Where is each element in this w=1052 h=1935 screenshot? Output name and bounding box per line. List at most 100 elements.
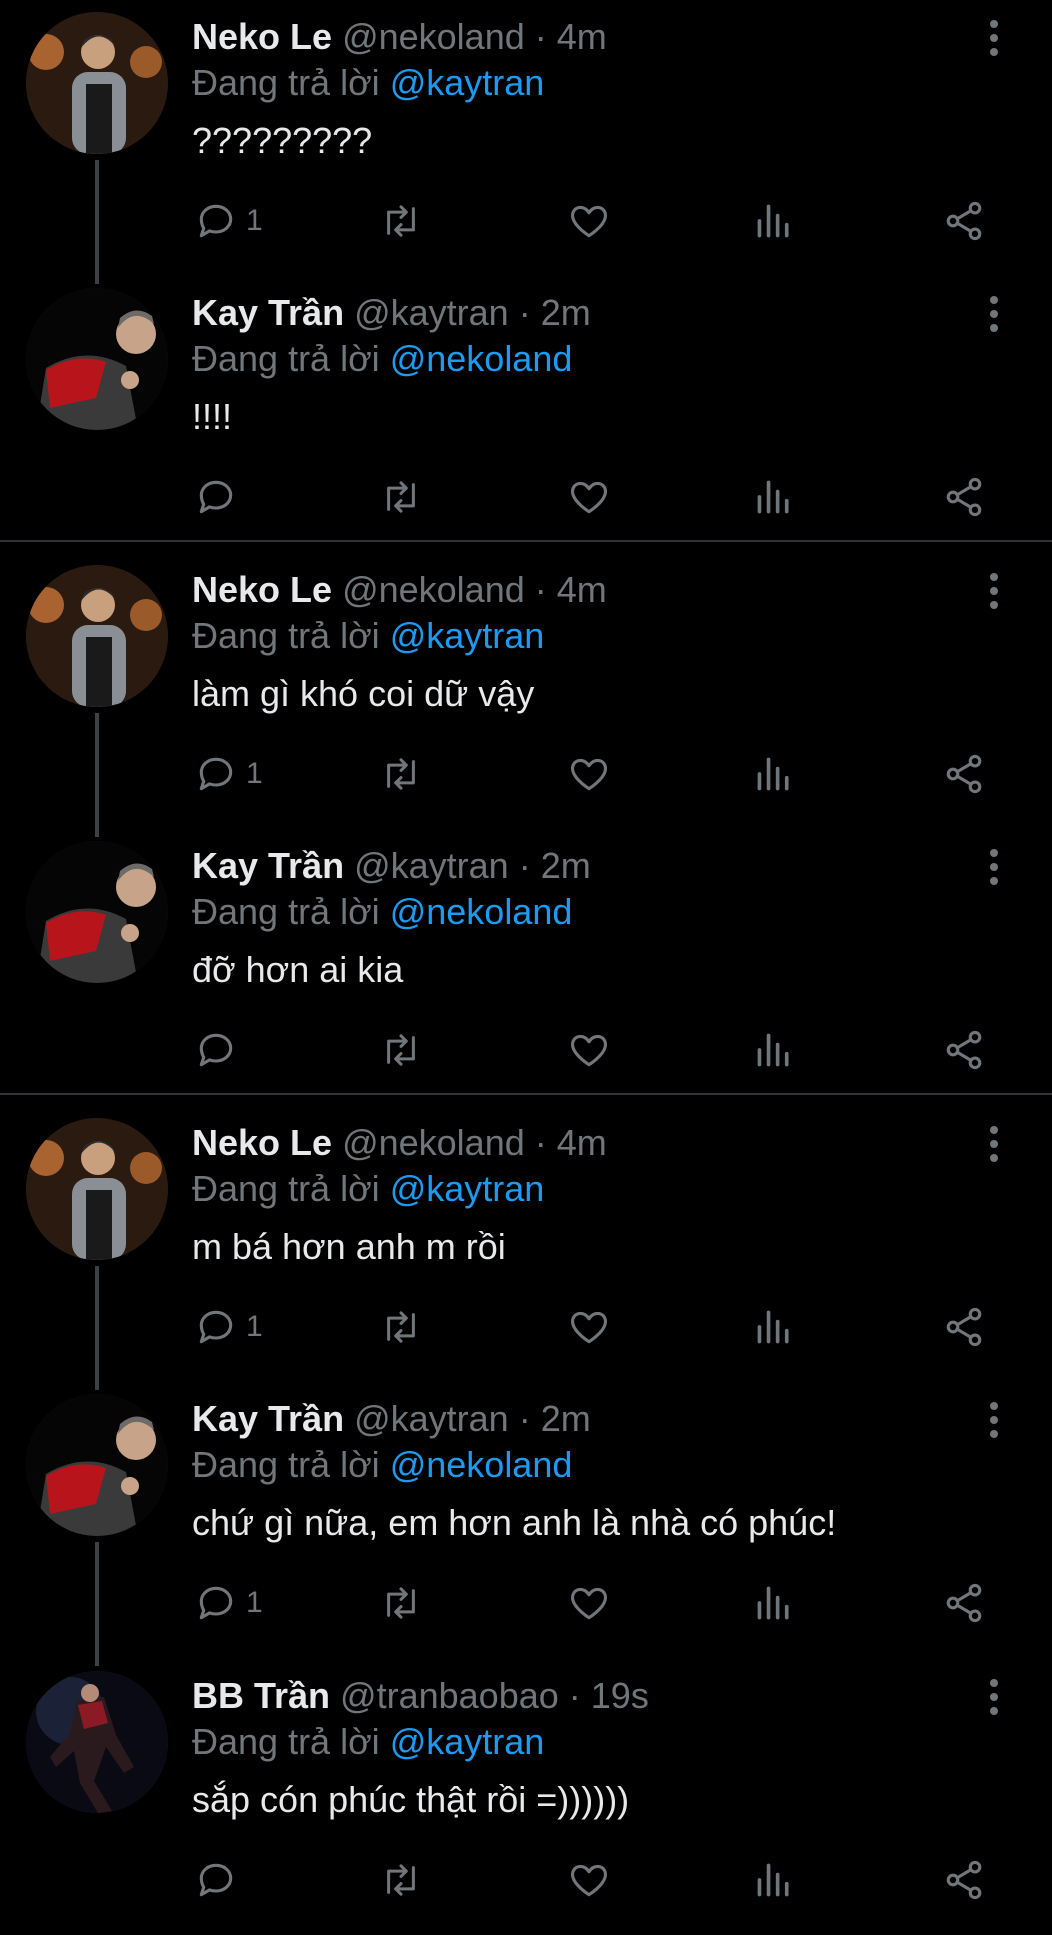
views-icon: [757, 1586, 789, 1620]
display-name[interactable]: Neko Le: [192, 569, 332, 610]
display-name[interactable]: BB Trần: [192, 1675, 330, 1716]
handle[interactable]: @kaytran: [354, 1398, 509, 1439]
retweet-icon: [387, 1034, 415, 1066]
reply-mention[interactable]: @kaytran: [390, 62, 545, 103]
heart-icon: [570, 1864, 608, 1897]
views-button[interactable]: [754, 1302, 794, 1352]
reply-mention[interactable]: @nekoland: [390, 891, 573, 932]
share-button[interactable]: [942, 196, 986, 246]
share-button[interactable]: [942, 1855, 986, 1905]
share-button[interactable]: [942, 1302, 986, 1352]
reply-mention[interactable]: @kaytran: [390, 615, 545, 656]
handle[interactable]: @nekoland: [342, 16, 525, 57]
share-button[interactable]: [942, 1025, 986, 1075]
reply-icon: [199, 757, 233, 791]
reply-button[interactable]: 1: [194, 196, 263, 246]
reply-mention[interactable]: @kaytran: [390, 1168, 545, 1209]
timestamp[interactable]: · 2m: [519, 292, 591, 333]
tweet[interactable]: Kay Trần @kaytran · 2m Đang trả lời @nek…: [0, 829, 1052, 1105]
display-name[interactable]: Kay Trần: [192, 1398, 344, 1439]
heart-icon: [570, 1587, 608, 1620]
more-vertical-icon[interactable]: [984, 571, 1004, 611]
share-button[interactable]: [942, 749, 986, 799]
tweet[interactable]: Neko Le @nekoland · 4m Đang trả lời @kay…: [0, 1106, 1052, 1390]
tweet-text: m bá hơn anh m rồi: [192, 1226, 506, 1267]
avatar[interactable]: [26, 565, 168, 707]
share-button[interactable]: [942, 472, 986, 522]
reply-mention[interactable]: @kaytran: [390, 1721, 545, 1762]
views-button[interactable]: [754, 749, 794, 799]
reply-button[interactable]: 1: [194, 749, 263, 799]
display-name[interactable]: Neko Le: [192, 16, 332, 57]
timestamp[interactable]: · 2m: [519, 1398, 591, 1439]
reply-mention[interactable]: @nekoland: [390, 338, 573, 379]
avatar[interactable]: [26, 1671, 168, 1813]
handle[interactable]: @nekoland: [342, 569, 525, 610]
display-name[interactable]: Kay Trần: [192, 292, 344, 333]
avatar[interactable]: [26, 1394, 168, 1536]
like-button[interactable]: [567, 1302, 611, 1352]
handle[interactable]: @kaytran: [354, 845, 509, 886]
thread-separator: [0, 540, 1052, 542]
more-vertical-icon[interactable]: [984, 18, 1004, 58]
views-button[interactable]: [754, 472, 794, 522]
reply-button[interactable]: [194, 472, 246, 522]
avatar[interactable]: [26, 1118, 168, 1260]
display-name[interactable]: Neko Le: [192, 1122, 332, 1163]
reply-button[interactable]: [194, 1025, 246, 1075]
handle[interactable]: @tranbaobao: [340, 1675, 559, 1716]
share-icon: [946, 754, 982, 794]
timestamp[interactable]: · 19s: [569, 1675, 649, 1716]
reply-mention[interactable]: @nekoland: [390, 1444, 573, 1485]
more-vertical-icon[interactable]: [984, 847, 1004, 887]
timestamp[interactable]: · 4m: [535, 1122, 607, 1163]
tweet[interactable]: Neko Le @nekoland · 4m Đang trả lời @kay…: [0, 553, 1052, 837]
more-vertical-icon[interactable]: [984, 294, 1004, 334]
action-bar: 1: [0, 1302, 1052, 1352]
reply-button[interactable]: 1: [194, 1578, 263, 1628]
display-name[interactable]: Kay Trần: [192, 845, 344, 886]
more-vertical-icon[interactable]: [984, 1677, 1004, 1717]
more-vertical-icon[interactable]: [984, 1124, 1004, 1164]
handle[interactable]: @nekoland: [342, 1122, 525, 1163]
like-button[interactable]: [567, 1578, 611, 1628]
like-button[interactable]: [567, 1025, 611, 1075]
retweet-button[interactable]: [378, 1578, 424, 1628]
tweet[interactable]: Kay Trần @kaytran · 2m Đang trả lời @nek…: [0, 276, 1052, 552]
retweet-button[interactable]: [378, 1025, 424, 1075]
thread-separator: [0, 1093, 1052, 1095]
views-button[interactable]: [754, 196, 794, 246]
reply-button[interactable]: [194, 1855, 246, 1905]
handle[interactable]: @kaytran: [354, 292, 509, 333]
tweet[interactable]: Kay Trần @kaytran · 2m Đang trả lời @nek…: [0, 1382, 1052, 1666]
retweet-button[interactable]: [378, 1855, 424, 1905]
timestamp[interactable]: · 2m: [519, 845, 591, 886]
share-button[interactable]: [942, 1578, 986, 1628]
share-icon: [946, 477, 982, 517]
tweet-header: Kay Trần @kaytran · 2m: [192, 1396, 591, 1442]
avatar[interactable]: [26, 841, 168, 983]
like-button[interactable]: [567, 749, 611, 799]
retweet-button[interactable]: [378, 749, 424, 799]
retweet-button[interactable]: [378, 1302, 424, 1352]
like-button[interactable]: [567, 1855, 611, 1905]
reply-icon: [199, 480, 233, 514]
reply-button[interactable]: 1: [194, 1302, 263, 1352]
views-button[interactable]: [754, 1855, 794, 1905]
more-vertical-icon[interactable]: [984, 1400, 1004, 1440]
tweet[interactable]: BB Trần @tranbaobao · 19s Đang trả lời @…: [0, 1659, 1052, 1935]
timestamp[interactable]: · 4m: [535, 16, 607, 57]
views-button[interactable]: [754, 1025, 794, 1075]
timestamp[interactable]: · 4m: [535, 569, 607, 610]
retweet-icon: [387, 1587, 415, 1619]
like-button[interactable]: [567, 472, 611, 522]
avatar[interactable]: [26, 288, 168, 430]
retweet-button[interactable]: [378, 196, 424, 246]
tweet[interactable]: Neko Le @nekoland · 4m Đang trả lời @kay…: [0, 0, 1052, 284]
action-bar: 1: [0, 1578, 1052, 1628]
views-button[interactable]: [754, 1578, 794, 1628]
action-bar: [0, 1025, 1052, 1075]
retweet-button[interactable]: [378, 472, 424, 522]
avatar[interactable]: [26, 12, 168, 154]
like-button[interactable]: [567, 196, 611, 246]
